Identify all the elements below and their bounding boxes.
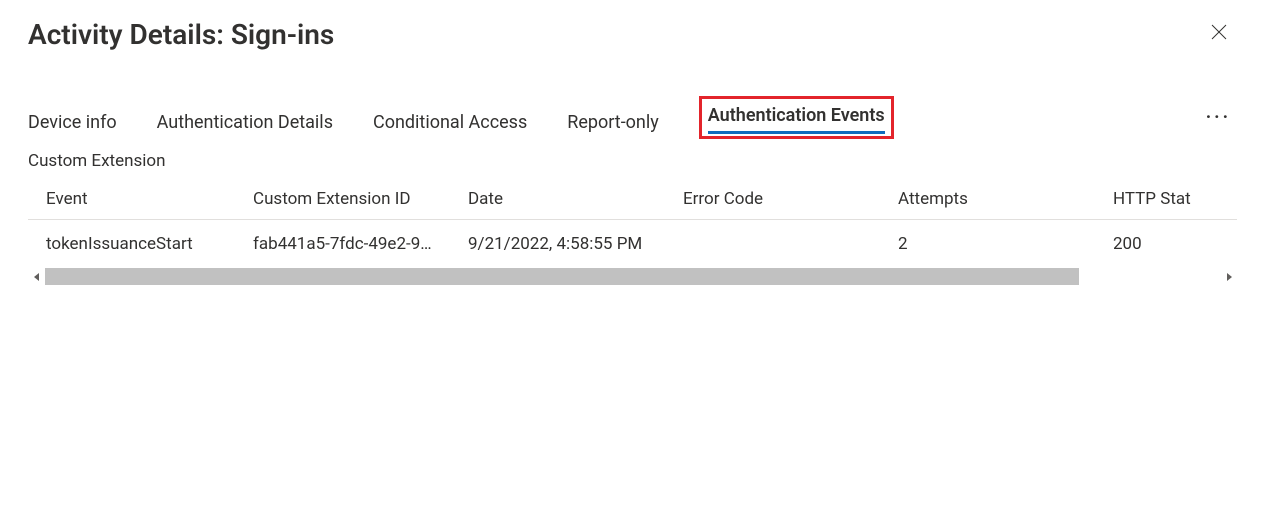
table-header-row: Event Custom Extension ID Date Error Cod…	[28, 181, 1237, 220]
close-button[interactable]	[1201, 14, 1237, 50]
column-header-event[interactable]: Event	[28, 181, 243, 220]
column-header-http-stat[interactable]: HTTP Stat	[1103, 181, 1237, 220]
cell-attempts: 2	[888, 220, 1103, 269]
cell-http-stat: 200	[1103, 220, 1237, 269]
tab-highlight-box: Authentication Events	[699, 96, 894, 139]
tab-device-info[interactable]: Device info	[28, 108, 117, 139]
cell-custom-extension-id: fab441a5-7fdc-49e2-9…	[243, 220, 458, 269]
tab-list: Device info Authentication Details Condi…	[28, 96, 894, 139]
column-header-date[interactable]: Date	[458, 181, 673, 220]
cell-error-code	[673, 220, 888, 269]
table-row[interactable]: tokenIssuanceStart fab441a5-7fdc-49e2-9……	[28, 220, 1237, 269]
tab-conditional-access[interactable]: Conditional Access	[373, 108, 527, 139]
cell-event: tokenIssuanceStart	[28, 220, 243, 269]
ellipsis-icon: ···	[1206, 107, 1231, 128]
tab-report-only[interactable]: Report-only	[567, 108, 659, 139]
section-label: Custom Extension	[28, 151, 1237, 171]
tab-authentication-events[interactable]: Authentication Events	[708, 101, 885, 132]
scroll-track[interactable]	[45, 268, 1220, 285]
scroll-left-arrow-icon[interactable]	[28, 268, 45, 285]
horizontal-scrollbar[interactable]	[28, 268, 1237, 285]
column-header-attempts[interactable]: Attempts	[888, 181, 1103, 220]
scroll-right-arrow-icon[interactable]	[1220, 268, 1237, 285]
tabs-overflow-button[interactable]: ···	[1200, 103, 1237, 132]
scroll-thumb[interactable]	[45, 268, 1079, 285]
close-icon	[1211, 24, 1227, 40]
scroll-empty	[1079, 268, 1220, 285]
cell-date: 9/21/2022, 4:58:55 PM	[458, 220, 673, 269]
page-title: Activity Details: Sign-ins	[28, 18, 334, 51]
column-header-custom-extension-id[interactable]: Custom Extension ID	[243, 181, 458, 220]
column-header-error-code[interactable]: Error Code	[673, 181, 888, 220]
events-table: Event Custom Extension ID Date Error Cod…	[28, 181, 1237, 285]
tab-authentication-details[interactable]: Authentication Details	[157, 108, 333, 139]
